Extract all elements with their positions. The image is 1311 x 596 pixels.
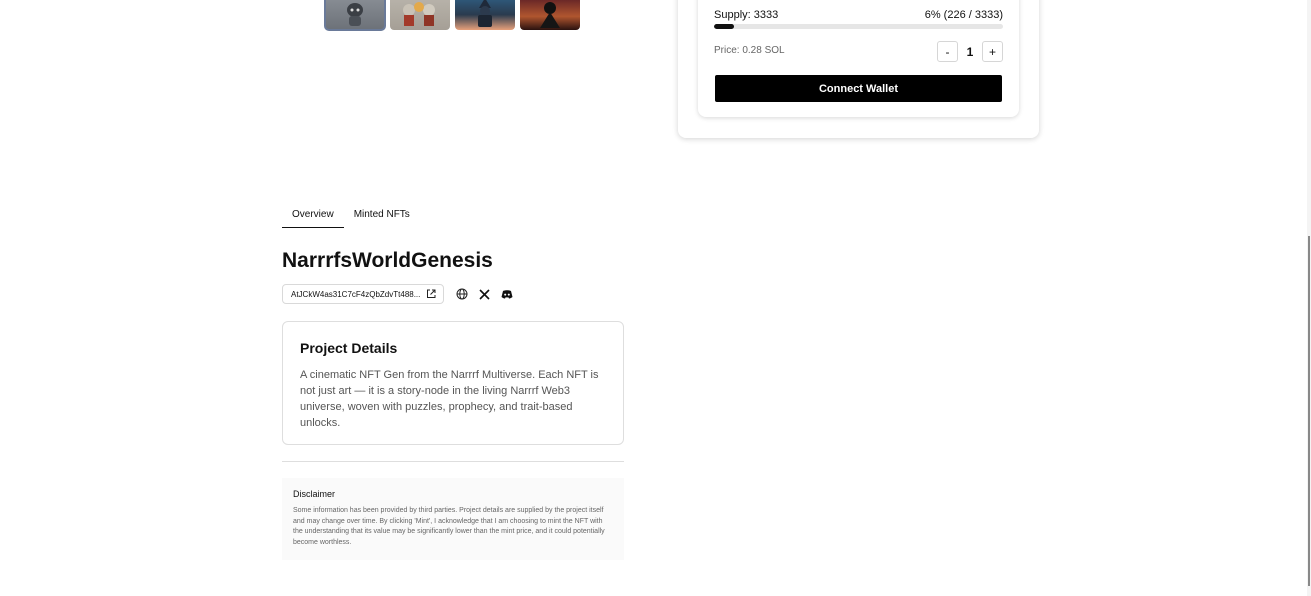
x-icon[interactable] [479,288,490,300]
discord-icon[interactable] [501,289,513,299]
project-details-card: Project Details A cinematic NFT Gen from… [282,321,624,445]
character-figure-icon [478,0,492,27]
contract-address-text: AtJCkW4as31C7cF4zQbZdvTt488... [291,289,421,299]
price-label: Price: 0.28 SOL [714,45,785,56]
section-divider [282,461,624,462]
disclaimer-box: Disclaimer Some information has been pro… [282,478,624,560]
character-group-icon [403,2,435,26]
collection-links-row: AtJCkW4as31C7cF4zQbZdvTt488... [282,284,513,304]
character-figure-icon [347,3,363,26]
mint-progress-bar [714,24,1003,29]
page-scrollbar[interactable] [1307,0,1311,596]
contract-address-link[interactable]: AtJCkW4as31C7cF4zQbZdvTt488... [282,284,445,304]
project-details-heading: Project Details [300,340,398,356]
globe-icon[interactable] [456,288,468,300]
content-tabs: Overview Minted NFTs [282,204,420,228]
nft-thumbnail-2[interactable] [390,0,450,30]
mint-progress-fill [714,24,734,29]
disclaimer-text: Some information has been provided by th… [293,507,605,546]
project-description: A cinematic NFT Gen from the Narrrf Mult… [300,369,599,429]
social-links [456,288,513,300]
character-figure-icon [540,2,560,28]
nft-thumbnail-4[interactable] [520,0,580,30]
scrollbar-thumb[interactable] [1308,236,1310,586]
increment-button[interactable]: + [982,41,1003,62]
mint-card: Supply: 3333 6% (226 / 3333) Price: 0.28… [698,0,1019,117]
tab-overview[interactable]: Overview [282,204,344,228]
quantity-stepper: - 1 + [937,41,1003,62]
connect-wallet-button[interactable]: Connect Wallet [715,75,1002,102]
mint-panel: Supply: 3333 6% (226 / 3333) Price: 0.28… [678,0,1039,138]
decrement-button[interactable]: - [937,41,958,62]
supply-row: Supply: 3333 6% (226 / 3333) [714,9,1003,21]
nft-thumbnail-1[interactable] [324,0,386,31]
mint-progress-label: 6% (226 / 3333) [924,9,1003,21]
quantity-value: 1 [966,44,974,59]
nft-thumbnail-strip [324,0,580,31]
nft-thumbnail-3[interactable] [455,0,515,30]
disclaimer-heading: Disclaimer [293,489,336,499]
collection-title: NarrrfsWorldGenesis [282,249,493,272]
tab-minted-nfts[interactable]: Minted NFTs [344,204,420,228]
external-link-icon [427,289,436,298]
supply-label: Supply: 3333 [714,9,779,21]
